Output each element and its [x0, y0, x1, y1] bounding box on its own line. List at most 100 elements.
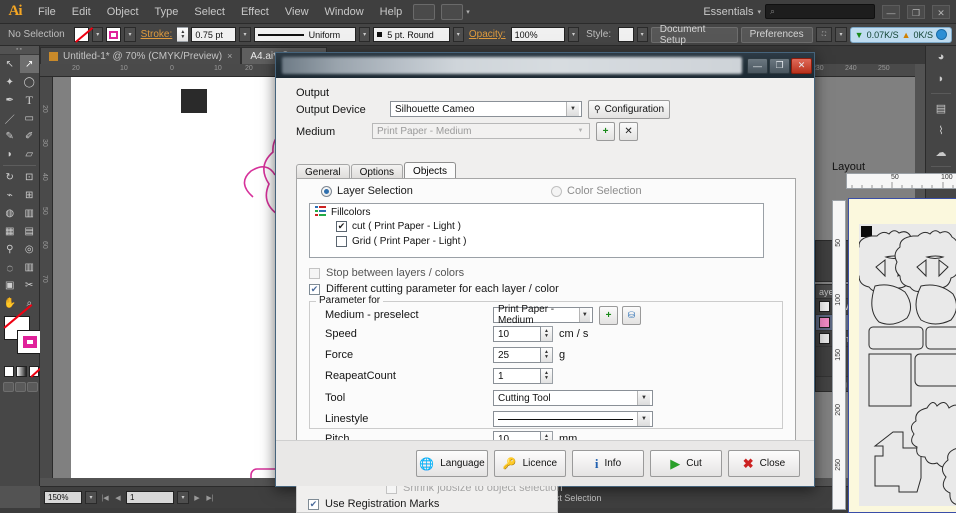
- different-parameter-checkbox-row[interactable]: ✔ Different cutting parameter for each l…: [309, 283, 559, 295]
- tool-mesh[interactable]: ▦: [0, 222, 20, 240]
- screen-mode-fullscreen-menubar-icon[interactable]: [15, 382, 26, 392]
- window-minimize-button[interactable]: —: [882, 5, 900, 19]
- toolbox-grip[interactable]: ▪▪: [0, 46, 39, 55]
- chevron-down-icon[interactable]: ▼: [579, 308, 590, 322]
- speed-input[interactable]: 10: [493, 326, 541, 342]
- menu-view[interactable]: View: [277, 0, 317, 24]
- add-parameter-button[interactable]: +: [599, 306, 618, 325]
- style-swatch[interactable]: [618, 27, 633, 42]
- chevron-down-icon[interactable]: ▼: [637, 412, 650, 426]
- use-registration-marks-checkbox-row[interactable]: ✔ Use Registration Marks: [308, 498, 439, 510]
- fill-swatch[interactable]: [74, 27, 89, 42]
- zoom-chevron-down-icon[interactable]: ▾: [85, 491, 97, 504]
- arrange-documents-icon[interactable]: [441, 4, 463, 20]
- browser-icon[interactable]: [936, 29, 947, 40]
- fillcolors-listbox[interactable]: Fillcolors ✔ cut ( Print Paper - Light )…: [309, 203, 764, 258]
- dialog-maximize-button[interactable]: ❐: [769, 58, 790, 74]
- tool-gradient[interactable]: ▤: [20, 222, 40, 240]
- layer-selection-radio[interactable]: [321, 186, 332, 197]
- layout-preview[interactable]: [848, 198, 956, 513]
- opacity-field[interactable]: 100%: [511, 27, 565, 42]
- tool-column-graph[interactable]: ▥: [20, 258, 40, 276]
- tool-hand[interactable]: ✋: [0, 294, 20, 312]
- color-guide-panel-icon[interactable]: ◗: [926, 68, 956, 90]
- force-input[interactable]: 25: [493, 347, 541, 363]
- licence-button[interactable]: 🔑 Licence: [494, 450, 566, 477]
- menu-type[interactable]: Type: [147, 0, 187, 24]
- preferences-button[interactable]: Preferences: [741, 27, 813, 43]
- none-button[interactable]: [29, 366, 39, 377]
- speed-stepper[interactable]: ▲▼: [541, 326, 553, 342]
- symbols-panel-icon[interactable]: ☁: [926, 141, 956, 163]
- brush-field[interactable]: 5 pt. Round: [373, 27, 449, 42]
- style-chevron-down-icon[interactable]: ▾: [637, 27, 648, 42]
- stroke-profile-field[interactable]: Uniform: [254, 27, 356, 42]
- tool-perspective-grid[interactable]: ▥: [20, 204, 40, 222]
- tool-selection[interactable]: ↖: [0, 55, 20, 73]
- tool-eyedropper[interactable]: ⚲: [0, 240, 20, 258]
- tool-rotate[interactable]: ↻: [0, 168, 20, 186]
- vertical-ruler[interactable]: 20 30 40 50 60 70: [40, 77, 53, 478]
- medium-select[interactable]: Print Paper - Medium ▼: [372, 123, 590, 139]
- tool-shape-builder[interactable]: ◍: [0, 204, 20, 222]
- color-button[interactable]: [4, 366, 14, 377]
- first-page-icon[interactable]: |◀: [100, 494, 110, 502]
- tool-paintbrush[interactable]: ✎: [0, 127, 20, 145]
- dialog-title-bar[interactable]: — ❐ ✕: [276, 53, 814, 78]
- brush-chevron-down-icon[interactable]: ▾: [453, 27, 464, 42]
- color-selection-radio[interactable]: [551, 186, 562, 197]
- checkbox-checked-icon[interactable]: ✔: [336, 221, 347, 232]
- transform-icon[interactable]: ⛶: [816, 27, 833, 42]
- menu-window[interactable]: Window: [317, 0, 372, 24]
- chevron-down-icon[interactable]: ▼: [566, 102, 579, 116]
- stroke-weight-chevron-down-icon[interactable]: ▾: [239, 27, 250, 42]
- tool-line-segment[interactable]: ／: [0, 109, 20, 127]
- menu-edit[interactable]: Edit: [64, 0, 99, 24]
- tool-eraser[interactable]: ▱: [20, 145, 40, 163]
- last-page-icon[interactable]: ▶|: [205, 494, 215, 502]
- output-device-select[interactable]: Silhouette Cameo ▼: [390, 101, 582, 117]
- tool-select[interactable]: Cutting Tool ▼: [493, 390, 653, 406]
- menu-object[interactable]: Object: [99, 0, 147, 24]
- document-setup-button[interactable]: Document Setup: [651, 27, 738, 43]
- tool-blend[interactable]: ◎: [20, 240, 40, 258]
- gradient-button[interactable]: [16, 366, 26, 377]
- stroke-chevron-down-icon[interactable]: ▾: [124, 27, 135, 42]
- repeat-count-stepper[interactable]: ▲▼: [541, 368, 553, 384]
- checkbox-unchecked-icon[interactable]: [336, 236, 347, 247]
- delete-medium-button[interactable]: ✕: [619, 122, 638, 141]
- tab-options[interactable]: Options: [351, 164, 403, 179]
- checkbox-checked-icon[interactable]: ✔: [309, 284, 320, 295]
- color-panel-icon[interactable]: ◕: [926, 46, 956, 68]
- tool-artboard[interactable]: ▣: [0, 276, 20, 294]
- tool-blob-brush[interactable]: ◗: [0, 145, 20, 163]
- tab-general[interactable]: General: [296, 164, 350, 179]
- chevron-down-icon[interactable]: ▼: [637, 391, 650, 405]
- tool-symbol-sprayer[interactable]: ۝: [0, 258, 20, 276]
- transform-chevron-down-icon[interactable]: ▾: [835, 27, 846, 42]
- tool-pencil[interactable]: ✐: [20, 127, 40, 145]
- tool-width[interactable]: ⌁: [0, 186, 20, 204]
- cut-button[interactable]: ▶ Cut: [650, 450, 722, 477]
- chevron-down-icon[interactable]: ▼: [574, 124, 587, 138]
- linestyle-select[interactable]: ▼: [493, 411, 653, 427]
- tool-lasso[interactable]: ◯: [20, 73, 40, 91]
- stroke-label[interactable]: Stroke:: [139, 29, 175, 40]
- tool-rectangle[interactable]: ▭: [20, 109, 40, 127]
- menu-help[interactable]: Help: [372, 0, 411, 24]
- save-parameter-button[interactable]: ⛁: [622, 306, 641, 325]
- opacity-label[interactable]: Opacity:: [467, 29, 508, 40]
- dialog-minimize-button[interactable]: —: [747, 58, 768, 74]
- fill-stroke-controls[interactable]: [4, 316, 39, 362]
- brushes-panel-icon[interactable]: ⌇: [926, 119, 956, 141]
- repeat-count-input[interactable]: 1: [493, 368, 541, 384]
- tree-item-grid[interactable]: Grid ( Print Paper - Light ): [310, 234, 763, 249]
- arrange-chevron-down-icon[interactable]: ▾: [466, 8, 470, 16]
- color-selection-radio-group[interactable]: Color Selection: [551, 185, 642, 197]
- cut-plugin-dialog[interactable]: — ❐ ✕ Output Output Device Silhouette Ca…: [275, 52, 815, 487]
- add-medium-button[interactable]: +: [596, 122, 615, 141]
- previous-page-icon[interactable]: ◀: [113, 494, 123, 502]
- menu-effect[interactable]: Effect: [233, 0, 277, 24]
- tree-item-cut[interactable]: ✔ cut ( Print Paper - Light ): [310, 219, 763, 234]
- close-button[interactable]: ✖ Close: [728, 450, 800, 477]
